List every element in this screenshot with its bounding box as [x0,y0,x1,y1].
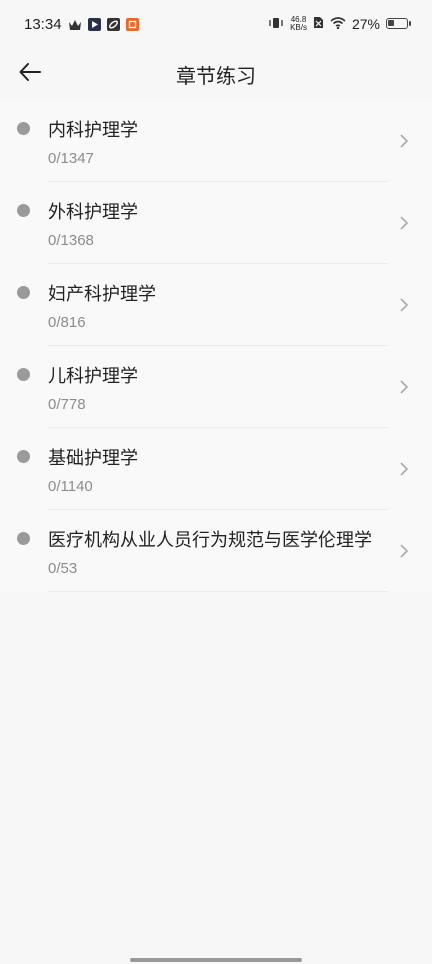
chevron-right-icon [398,215,410,231]
bullet-dot-icon [17,368,30,381]
chapter-progress: 0/53 [48,560,78,577]
wifi-icon [330,14,346,33]
orange-app-icon [126,18,139,31]
status-right: 46.8 KB/s 27% [268,14,411,33]
crown-icon [68,19,82,31]
chapter-item[interactable]: 妇产科护理学 0/816 [0,264,432,346]
chapter-name: 医疗机构从业人员行为规范与医学伦理学 [48,530,372,551]
bullet-dot-icon [17,532,30,545]
chapter-name: 内科护理学 [48,120,138,141]
chapter-name: 妇产科护理学 [48,284,156,305]
play-app-icon [88,18,101,31]
bullet-dot-icon [17,450,30,463]
vibrate-icon [268,14,284,33]
home-indicator[interactable] [130,958,302,962]
chevron-right-icon [398,543,410,559]
sim-off-icon [313,14,324,33]
chevron-right-icon [398,379,410,395]
chapter-progress: 0/1140 [48,478,93,495]
bullet-dot-icon [17,204,30,217]
chapter-progress: 0/816 [48,314,86,331]
chapter-name: 儿科护理学 [48,366,138,387]
chapter-list: 内科护理学 0/1347 外科护理学 0/1368 妇产科护理学 0/816 儿… [0,100,432,592]
status-time: 13:34 [24,16,62,33]
chapter-item[interactable]: 基础护理学 0/1140 [0,428,432,510]
status-bar: 13:34 46.8 KB/s 27% [0,0,432,48]
chapter-progress: 0/1368 [48,232,94,249]
chapter-name: 外科护理学 [48,202,138,223]
net-speed-unit: KB/s [290,22,307,32]
page-title: 章节练习 [176,64,256,88]
net-speed: 46.8 KB/s [290,15,307,32]
chapter-progress: 0/1347 [48,150,94,167]
chapter-name: 基础护理学 [48,448,138,469]
chapter-item[interactable]: 外科护理学 0/1368 [0,182,432,264]
chevron-right-icon [398,461,410,477]
bullet-dot-icon [17,122,30,135]
app-header: 章节练习 [0,48,432,100]
chapter-item[interactable]: 医疗机构从业人员行为规范与医学伦理学 0/53 [0,510,432,592]
battery-percent: 27% [351,15,380,32]
bullet-dot-icon [17,286,30,299]
chevron-right-icon [398,297,410,313]
status-app-icons [68,18,139,31]
chapter-progress: 0/778 [48,396,86,413]
chapter-item[interactable]: 内科护理学 0/1347 [0,100,432,182]
link-app-icon [107,18,120,31]
battery-icon [386,18,411,29]
chapter-item[interactable]: 儿科护理学 0/778 [0,346,432,428]
chevron-right-icon [398,133,410,149]
